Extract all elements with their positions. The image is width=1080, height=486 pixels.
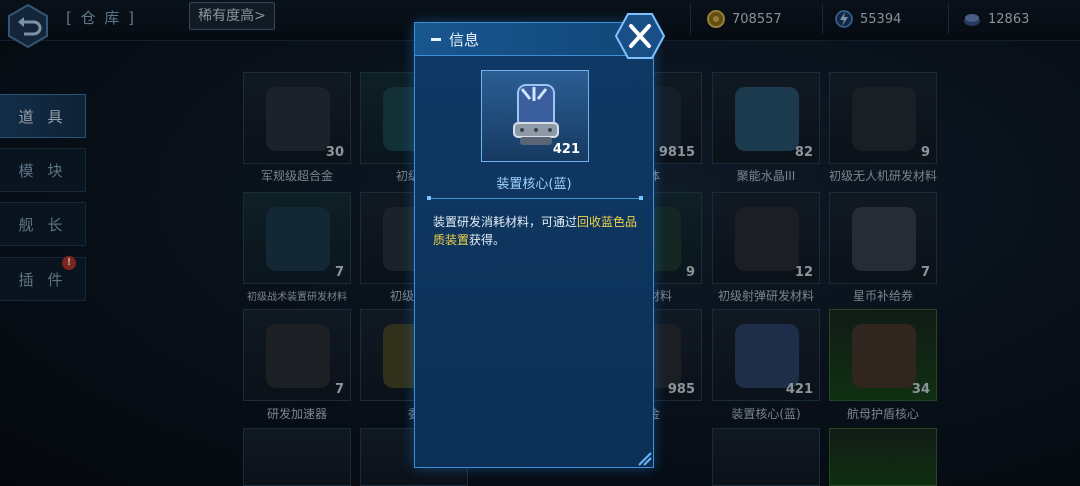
dialog-title: 信息	[449, 31, 480, 49]
close-icon[interactable]	[614, 12, 666, 60]
item-preview: 421	[481, 70, 589, 162]
item-info-dialog: 信息 421 装置核心(蓝) 装置研发消耗材料，可通过回收蓝色品质装置获得。	[414, 22, 654, 468]
desc-text: 获得。	[469, 233, 506, 247]
item-description: 装置研发消耗材料，可通过回收蓝色品质装置获得。	[433, 213, 643, 249]
item-qty: 421	[552, 142, 580, 157]
divider	[427, 196, 643, 200]
corner-decoration	[638, 452, 652, 466]
desc-text: 装置研发消耗材料，可通过	[433, 215, 578, 229]
item-name: 装置核心(蓝)	[496, 177, 572, 192]
minus-icon	[431, 38, 441, 41]
